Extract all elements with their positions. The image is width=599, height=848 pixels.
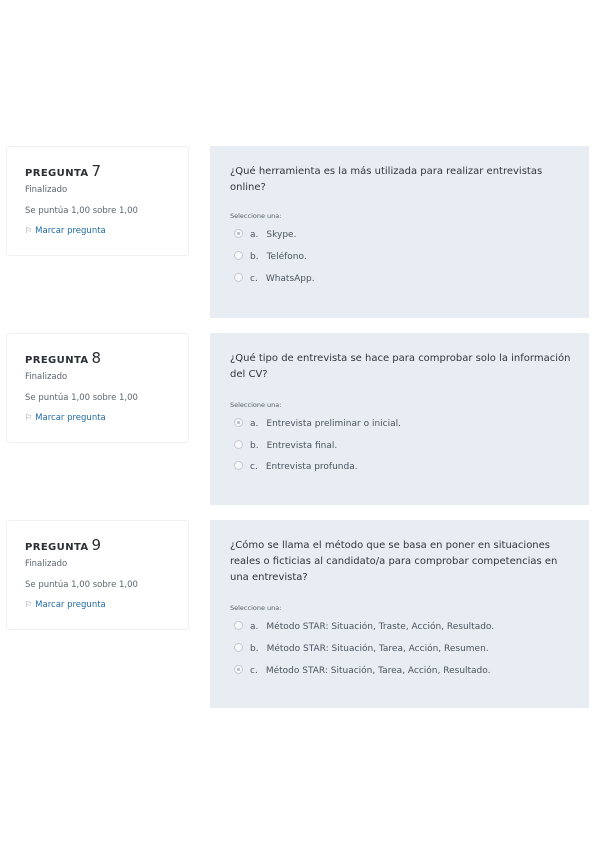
radio-button[interactable] — [234, 643, 243, 652]
option-text: Método STAR: Situación, Traste, Acción, … — [266, 622, 495, 632]
radio-button[interactable] — [234, 251, 243, 260]
radio-button[interactable] — [234, 621, 243, 630]
question-9: PREGUNTA 9 Finalizado Se puntúa 1,00 sobr… — [0, 520, 599, 708]
question-number: 7 — [91, 162, 102, 180]
question-info-block: PREGUNTA 9 Finalizado Se puntúa 1,00 sobr… — [6, 520, 189, 630]
flag-icon: ⚐ — [25, 413, 33, 422]
option-letter: c. — [250, 462, 258, 472]
flag-question-label: Marcar pregunta — [35, 413, 106, 423]
answer-prompt: Seleccione una: — [230, 401, 282, 409]
question-title: PREGUNTA 9 — [25, 535, 101, 554]
question-label: PREGUNTA — [25, 355, 89, 366]
question-title: PREGUNTA 7 — [25, 161, 101, 180]
radio-button-selected[interactable] — [234, 229, 243, 238]
flag-question-link[interactable]: ⚐ Marcar pregunta — [25, 226, 106, 236]
answer-option-c[interactable]: c. Entrevista profunda. — [234, 461, 358, 472]
radio-button-selected[interactable] — [234, 665, 243, 674]
answer-prompt: Seleccione una: — [230, 604, 282, 612]
question-text: ¿Cómo se llama el método que se basa en … — [230, 540, 558, 583]
question-state: Finalizado — [25, 559, 68, 569]
question-grade: Se puntúa 1,00 sobre 1,00 — [25, 580, 138, 590]
question-grade: Se puntúa 1,00 sobre 1,00 — [25, 206, 138, 216]
question-label: PREGUNTA — [25, 168, 89, 179]
flag-question-label: Marcar pregunta — [35, 226, 106, 236]
question-text: ¿Qué herramienta es la más utilizada par… — [230, 166, 543, 193]
radio-button[interactable] — [234, 273, 243, 282]
question-text: ¿Qué tipo de entrevista se hace para com… — [230, 353, 571, 380]
question-number: 8 — [91, 349, 102, 367]
question-state: Finalizado — [25, 372, 68, 382]
question-grade: Se puntúa 1,00 sobre 1,00 — [25, 393, 138, 403]
question-content: ¿Qué tipo de entrevista se hace para com… — [210, 333, 589, 505]
question-info-block: PREGUNTA 8 Finalizado Se puntúa 1,00 sobr… — [6, 333, 189, 443]
option-letter: a. — [250, 622, 259, 632]
question-info-block: PREGUNTA 7 Finalizado Se puntúa 1,00 sobr… — [6, 146, 189, 256]
answer-option-a[interactable]: a. Skype. — [234, 229, 297, 240]
option-letter: c. — [250, 274, 258, 284]
flag-question-link[interactable]: ⚐ Marcar pregunta — [25, 413, 106, 423]
radio-button[interactable] — [234, 440, 243, 449]
question-label: PREGUNTA — [25, 542, 89, 553]
option-letter: b. — [250, 441, 259, 451]
question-number: 9 — [91, 536, 102, 554]
question-8: PREGUNTA 8 Finalizado Se puntúa 1,00 sobr… — [0, 333, 599, 505]
radio-button-selected[interactable] — [234, 418, 243, 427]
answer-option-b[interactable]: b. Teléfono. — [234, 251, 307, 262]
question-7: PREGUNTA 7 Finalizado Se puntúa 1,00 sobr… — [0, 146, 599, 318]
option-letter: a. — [250, 419, 259, 429]
answer-option-a[interactable]: a. Método STAR: Situación, Traste, Acción… — [234, 621, 495, 632]
option-text: Método STAR: Situación, Tarea, Acción, R… — [265, 666, 491, 676]
option-letter: b. — [250, 644, 259, 654]
option-text: Teléfono. — [266, 252, 307, 262]
option-text: Entrevista final. — [266, 441, 338, 451]
question-content: ¿Cómo se llama el método que se basa en … — [210, 520, 589, 708]
radio-button[interactable] — [234, 461, 243, 470]
flag-question-label: Marcar pregunta — [35, 600, 106, 610]
option-letter: c. — [250, 666, 258, 676]
option-letter: a. — [250, 230, 259, 240]
answer-option-a[interactable]: a. Entrevista preliminar o inicial. — [234, 418, 401, 429]
answer-option-b[interactable]: b. Entrevista final. — [234, 440, 338, 451]
option-letter: b. — [250, 252, 259, 262]
answer-option-c[interactable]: c. Método STAR: Situación, Tarea, Acción,… — [234, 665, 491, 676]
answer-option-b[interactable]: b. Método STAR: Situación, Tarea, Acción,… — [234, 643, 489, 654]
flag-question-link[interactable]: ⚐ Marcar pregunta — [25, 600, 106, 610]
option-text: WhatsApp. — [265, 274, 315, 284]
question-state: Finalizado — [25, 185, 68, 195]
option-text: Skype. — [266, 230, 297, 240]
option-text: Entrevista profunda. — [265, 462, 358, 472]
flag-icon: ⚐ — [25, 600, 33, 609]
answer-prompt: Seleccione una: — [230, 212, 282, 220]
question-title: PREGUNTA 8 — [25, 348, 101, 367]
question-content: ¿Qué herramienta es la más utilizada par… — [210, 146, 589, 318]
flag-icon: ⚐ — [25, 226, 33, 235]
option-text: Método STAR: Situación, Tarea, Acción, R… — [266, 644, 489, 654]
option-text: Entrevista preliminar o inicial. — [266, 419, 401, 429]
answer-option-c[interactable]: c. WhatsApp. — [234, 273, 315, 284]
